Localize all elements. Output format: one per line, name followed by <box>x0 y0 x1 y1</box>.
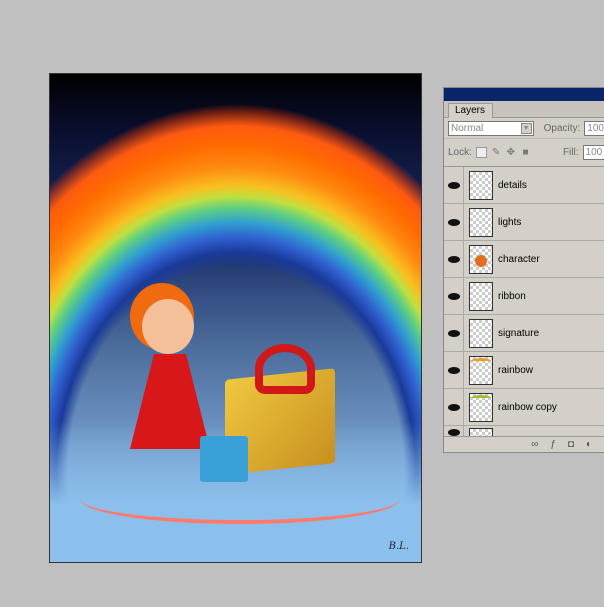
adjustment-layer-icon[interactable]: ◐ <box>586 439 592 450</box>
layer-thumbnail <box>469 318 493 348</box>
eye-icon[interactable] <box>444 315 464 351</box>
layer-row[interactable]: rainbow <box>444 352 604 389</box>
eye-icon[interactable] <box>444 204 464 240</box>
layers-panel: Layers Normal ▼ Opacity: 100 Lock: ✎ ✥ ■ … <box>443 87 604 453</box>
layer-name: rainbow <box>498 364 534 376</box>
lock-move-icon[interactable]: ✥ <box>505 147 516 158</box>
eye-icon[interactable] <box>444 352 464 388</box>
eye-icon[interactable] <box>444 241 464 277</box>
signature-artwork: B.L. <box>388 541 409 552</box>
blend-row: Normal ▼ Opacity: 100 <box>444 118 604 138</box>
layer-thumbnail <box>469 281 493 311</box>
add-mask-icon[interactable]: ◘ <box>568 439 574 450</box>
lock-transparency-icon[interactable] <box>475 147 487 158</box>
eye-icon[interactable] <box>444 389 464 425</box>
tab-layers[interactable]: Layers <box>448 103 493 118</box>
panel-titlebar[interactable] <box>444 88 604 101</box>
lock-row: Lock: ✎ ✥ ■ Fill: 100 <box>444 138 604 166</box>
layer-name: character <box>498 253 540 265</box>
layer-name: lights <box>498 216 522 228</box>
layer-row[interactable]: details <box>444 167 604 204</box>
panel-tabs: Layers <box>444 101 604 118</box>
opacity-field[interactable]: 100 <box>584 120 604 136</box>
layer-thumbnail <box>469 207 493 237</box>
layer-style-icon[interactable]: ƒ <box>550 439 556 450</box>
layer-name: details <box>498 179 527 191</box>
link-layers-icon[interactable]: ∞ <box>531 439 538 450</box>
fill-field[interactable]: 100 <box>582 145 604 160</box>
lock-all-icon[interactable]: ■ <box>520 147 531 158</box>
layer-row[interactable]: character <box>444 241 604 278</box>
eye-icon[interactable] <box>444 278 464 314</box>
layer-thumbnail <box>469 170 493 200</box>
chevron-down-icon[interactable]: ▼ <box>520 122 532 134</box>
character-head-artwork <box>142 299 194 354</box>
fill-label: Fill: <box>562 147 579 158</box>
lock-brush-icon[interactable]: ✎ <box>491 147 502 158</box>
layers-list: details lights character ribbon signatur… <box>444 166 604 438</box>
blend-mode-select[interactable]: Normal ▼ <box>448 120 534 136</box>
layer-thumbnail <box>469 244 493 274</box>
small-gift-artwork <box>200 436 248 482</box>
layer-row[interactable]: ribbon <box>444 278 604 315</box>
layer-name: ribbon <box>498 290 526 302</box>
layer-thumbnail <box>469 355 493 385</box>
layer-name: signature <box>498 327 540 339</box>
layer-row[interactable]: lights <box>444 204 604 241</box>
gift-bow-artwork <box>255 344 315 394</box>
layer-row[interactable]: rainbow copy <box>444 389 604 426</box>
opacity-label: Opacity: <box>543 122 581 134</box>
eye-icon[interactable] <box>444 167 464 203</box>
layers-bottom-bar: ∞ ƒ ◘ ◐ <box>444 436 604 452</box>
layer-name: rainbow copy <box>498 401 557 413</box>
layer-row[interactable]: signature <box>444 315 604 352</box>
document-canvas[interactable]: B.L. <box>49 73 422 563</box>
lock-label: Lock: <box>448 147 472 158</box>
blend-mode-value: Normal <box>451 122 484 134</box>
layer-thumbnail <box>469 392 493 422</box>
